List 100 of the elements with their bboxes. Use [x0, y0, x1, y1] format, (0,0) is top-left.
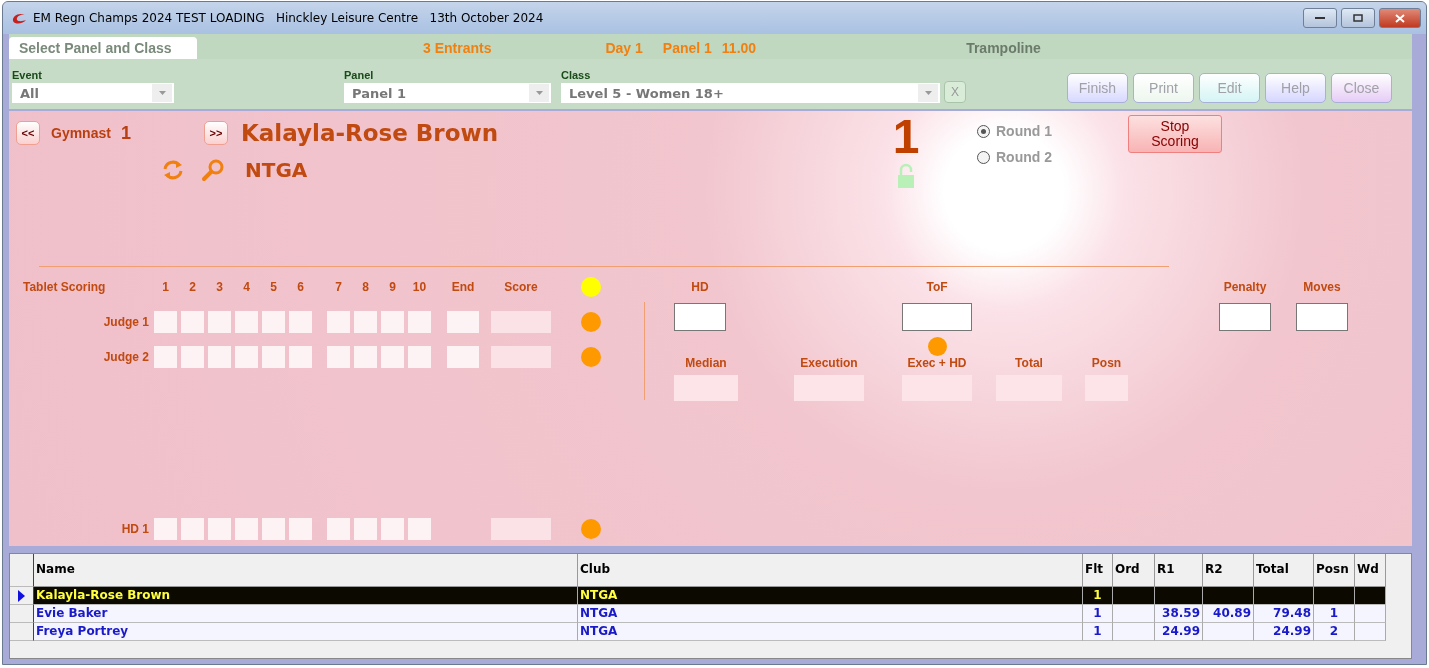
round-label: Round 1 — [996, 123, 1052, 139]
minimize-button[interactable] — [1303, 8, 1337, 28]
input-field[interactable] — [1296, 303, 1348, 331]
close-button[interactable] — [1379, 8, 1421, 28]
refresh-icon[interactable] — [162, 159, 184, 181]
dropdown-field[interactable]: Level 5 - Women 18+ — [561, 83, 940, 103]
input-field[interactable] — [674, 303, 726, 331]
score-field[interactable] — [408, 518, 431, 540]
score-field[interactable] — [327, 346, 350, 368]
round-label: Round 2 — [996, 149, 1052, 165]
score-field[interactable] — [154, 518, 177, 540]
field-label: Moves — [1303, 280, 1341, 296]
score-field[interactable] — [262, 311, 285, 333]
score-field[interactable] — [235, 311, 258, 333]
panel-class-tab[interactable]: Select Panel and Class — [9, 37, 197, 59]
score-field[interactable] — [208, 346, 231, 368]
table-row[interactable]: Freya Portrey NTGA 1 24.99 24.99 2 — [10, 623, 1411, 641]
score-field[interactable] — [447, 311, 479, 333]
result-field — [674, 375, 738, 401]
round-radio[interactable] — [977, 150, 990, 164]
score-field[interactable] — [181, 518, 204, 540]
score-field[interactable] — [408, 311, 431, 333]
input-field[interactable] — [1219, 303, 1271, 331]
score-field[interactable] — [289, 346, 312, 368]
close-icon — [1395, 13, 1405, 23]
column-heading: End — [450, 280, 476, 294]
padlock-icon[interactable] — [897, 163, 915, 189]
table-cell: Freya Portrey — [34, 623, 578, 641]
input-field[interactable] — [902, 303, 972, 331]
round-radio[interactable] — [977, 124, 990, 138]
score-field[interactable] — [208, 518, 231, 540]
table-cell: 24.99 — [1155, 623, 1203, 641]
table-cell — [1254, 587, 1314, 605]
filter-label: Event — [12, 69, 43, 81]
row-selector[interactable] — [10, 605, 34, 623]
result-label: Total — [1015, 356, 1043, 372]
score-field[interactable] — [208, 311, 231, 333]
score-field[interactable] — [408, 346, 431, 368]
field-label: ToF — [926, 280, 948, 296]
club-name: NTGA — [245, 158, 308, 182]
score-field[interactable] — [354, 518, 377, 540]
column-heading: 10 — [411, 280, 428, 294]
score-field[interactable] — [235, 518, 258, 540]
maximize-button[interactable] — [1341, 8, 1375, 28]
table-cell — [1203, 623, 1254, 641]
table-cell — [1203, 587, 1254, 605]
score-field[interactable] — [354, 311, 377, 333]
row-pointer-icon — [18, 589, 25, 602]
score-field[interactable] — [181, 311, 204, 333]
table-cell: 2 — [1314, 623, 1355, 641]
panel-label: Panel 1 — [662, 39, 712, 58]
table-cell: NTGA — [578, 623, 1083, 641]
table-cell: 1 — [1314, 605, 1355, 623]
score-field[interactable] — [327, 311, 350, 333]
score-field[interactable] — [181, 346, 204, 368]
table-cell: 79.48 — [1254, 605, 1314, 623]
score-field[interactable] — [327, 518, 350, 540]
flight-number: 1 — [892, 111, 920, 163]
score-field[interactable] — [262, 518, 285, 540]
judge-label: HD 1 — [120, 522, 150, 536]
score-field[interactable] — [154, 346, 177, 368]
score-field[interactable] — [381, 311, 404, 333]
score-field[interactable] — [289, 518, 312, 540]
score-field[interactable] — [354, 346, 377, 368]
filter-label: Panel — [344, 69, 375, 81]
score-field[interactable] — [381, 518, 404, 540]
score-field[interactable] — [289, 311, 312, 333]
score-field[interactable] — [491, 346, 551, 368]
previous-button[interactable]: << — [16, 121, 40, 145]
score-field[interactable] — [491, 311, 551, 333]
table-cell — [1113, 587, 1155, 605]
result-label: Posn — [1091, 356, 1122, 372]
score-field[interactable] — [235, 346, 258, 368]
table-cell: 24.99 — [1254, 623, 1314, 641]
column-heading: 3 — [215, 280, 224, 294]
row-selector[interactable] — [10, 587, 34, 605]
score-field[interactable] — [262, 346, 285, 368]
row-selector[interactable] — [10, 623, 34, 641]
score-field[interactable] — [154, 311, 177, 333]
gymnast-number: 1 — [120, 122, 131, 144]
next-button[interactable]: >> — [204, 121, 228, 145]
score-field[interactable] — [447, 346, 479, 368]
gymnast-label: Gymnast — [51, 125, 111, 141]
table-cell: NTGA — [578, 587, 1083, 605]
table-cell — [1314, 587, 1355, 605]
table-row[interactable]: Evie Baker NTGA 1 38.59 40.89 79.48 1 — [10, 605, 1411, 623]
column-heading: 7 — [334, 280, 343, 294]
tablet-scoring-heading: Tablet Scoring — [22, 280, 107, 294]
entrants-count: 3 Entrants — [423, 39, 492, 58]
table-cell — [1155, 587, 1203, 605]
table-row[interactable]: Kalayla-Rose Brown NTGA 1 — [10, 587, 1411, 605]
field-label: Penalty — [1223, 280, 1267, 296]
result-field — [794, 375, 864, 401]
stop-scoring-button[interactable]: Stop Scoring — [1128, 115, 1222, 153]
score-field[interactable] — [491, 518, 551, 540]
dropdown-field[interactable]: All — [12, 83, 174, 103]
search-icon[interactable] — [201, 158, 225, 182]
judge-label: Judge 1 — [102, 315, 150, 329]
dropdown-field[interactable]: Panel 1 — [344, 83, 551, 103]
score-field[interactable] — [381, 346, 404, 368]
